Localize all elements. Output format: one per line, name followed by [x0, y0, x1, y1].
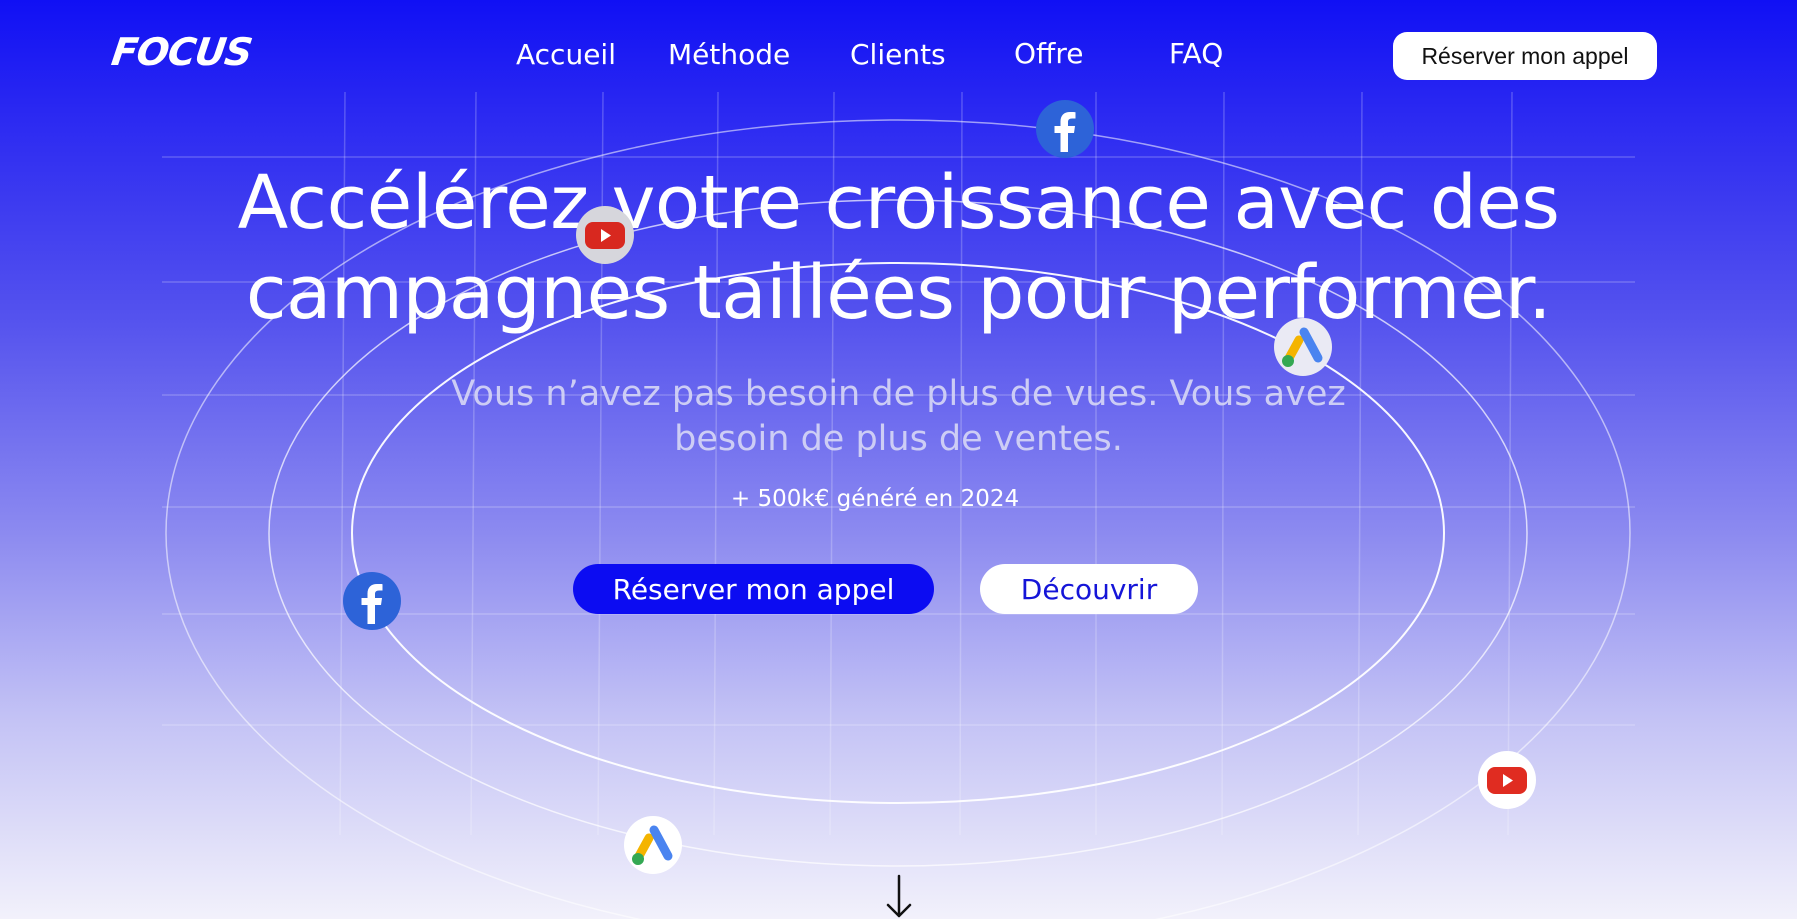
youtube-icon: [1478, 751, 1536, 809]
google-ads-icon: [624, 816, 682, 874]
nav-link-clients[interactable]: Clients: [850, 38, 946, 71]
hero-subtitle-line-1: Vous n’avez pas besoin de plus de vues. …: [451, 374, 1346, 414]
nav-link-offre[interactable]: Offre: [1014, 37, 1083, 70]
top-navigation: FOCUS Accueil Méthode Clients Offre FAQ …: [0, 0, 1797, 110]
hero-subtitle: Vous n’avez pas besoin de plus de vues. …: [420, 372, 1377, 462]
nav-link-faq[interactable]: FAQ: [1169, 37, 1223, 70]
revenue-stat: + 500k€ généré en 2024: [730, 486, 1020, 512]
hero-title-line-2: campagnes taillées pour performer.: [245, 250, 1552, 336]
hero-title-line-1: Accélérez votre croissance avec des: [237, 160, 1560, 246]
hero-subtitle-line-2: besoin de plus de ventes.: [674, 419, 1123, 459]
brand-logo[interactable]: FOCUS: [109, 30, 255, 74]
discover-button[interactable]: Découvrir: [980, 564, 1198, 614]
nav-book-call-button[interactable]: Réserver mon appel: [1393, 32, 1657, 80]
google-ads-icon: [1274, 318, 1332, 376]
book-call-button[interactable]: Réserver mon appel: [573, 564, 934, 614]
youtube-icon: [576, 206, 634, 264]
arrow-down-icon[interactable]: [884, 874, 914, 919]
facebook-icon: [343, 572, 401, 630]
nav-link-accueil[interactable]: Accueil: [516, 38, 616, 71]
facebook-icon: [1036, 100, 1094, 158]
nav-link-methode[interactable]: Méthode: [668, 38, 790, 71]
hero-title: Accélérez votre croissance avec des camp…: [0, 158, 1797, 338]
